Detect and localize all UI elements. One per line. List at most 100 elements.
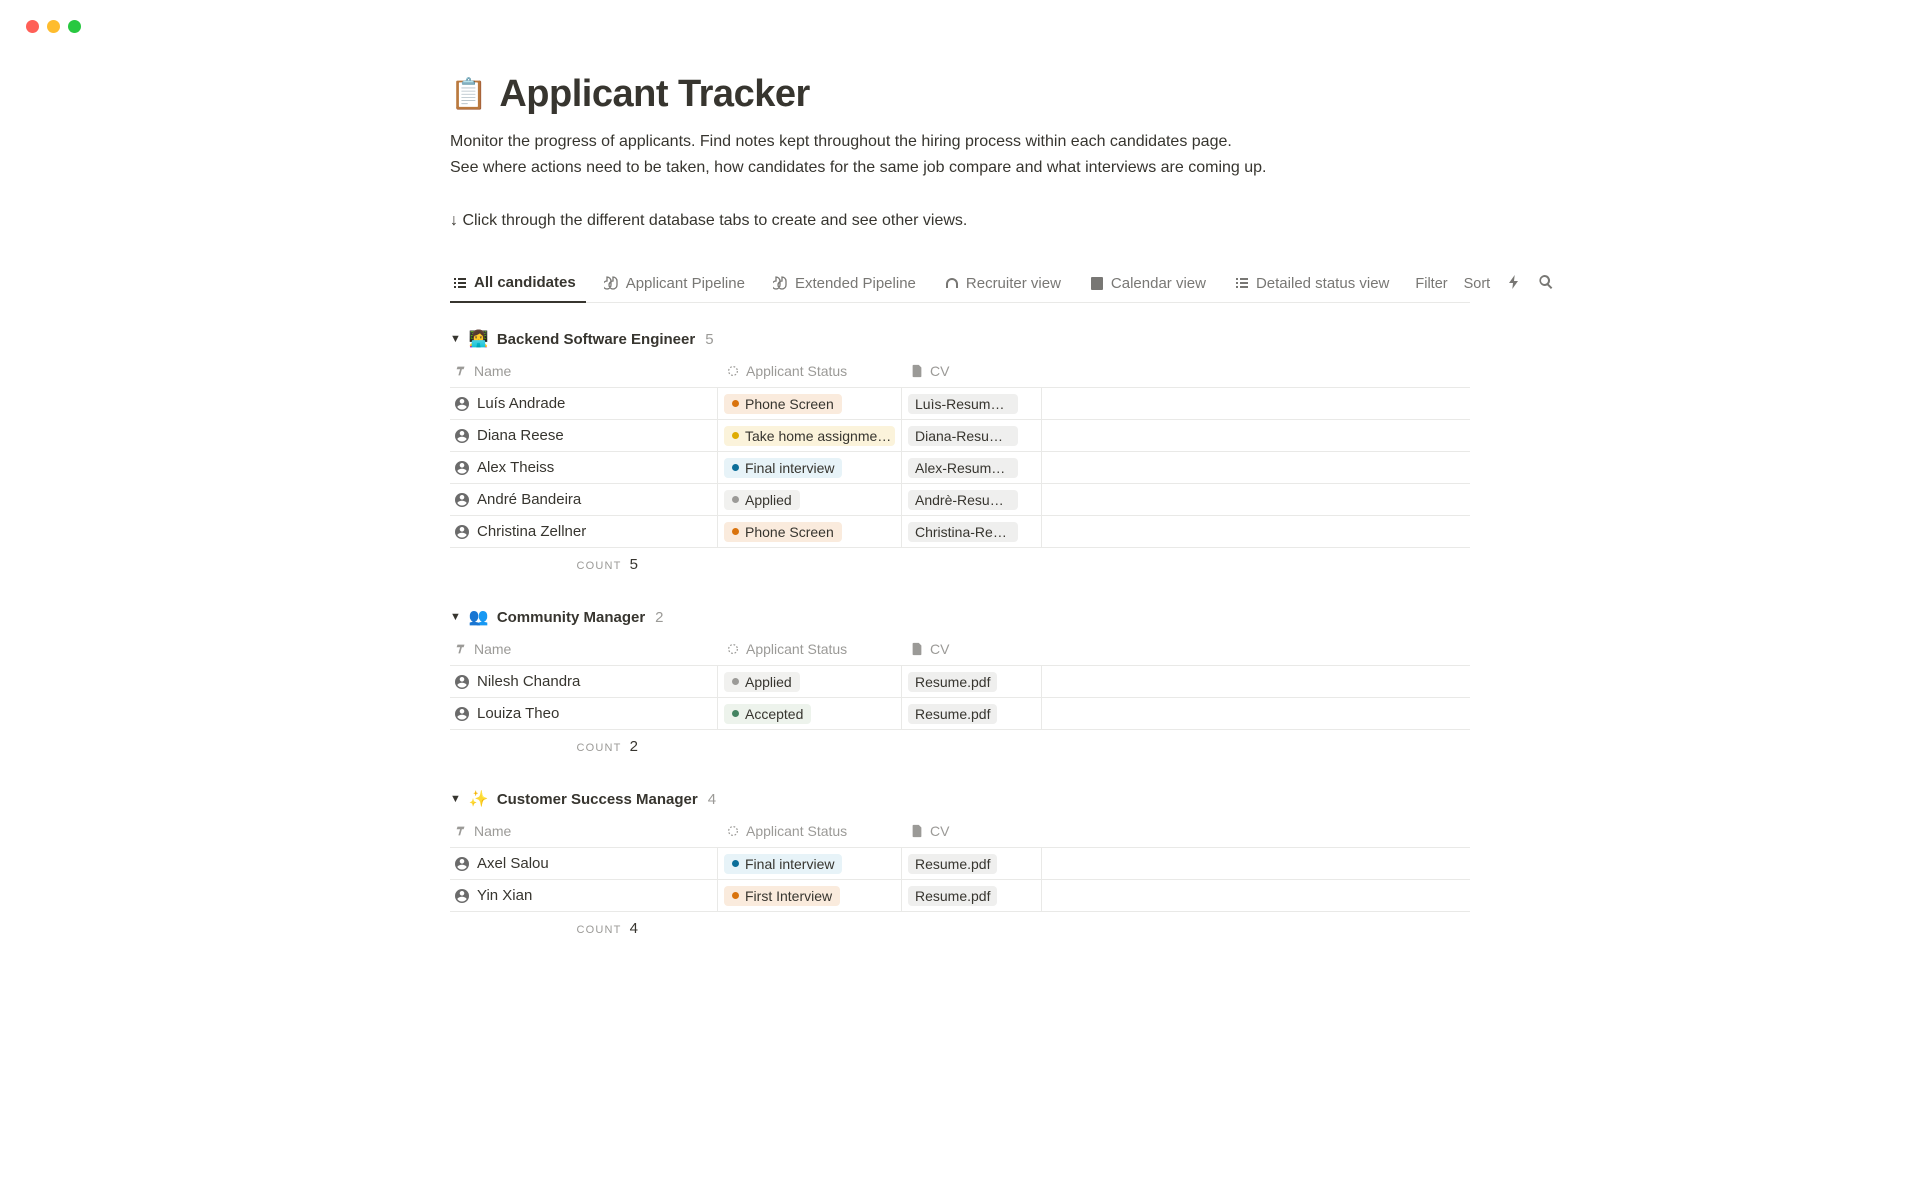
cv-chip[interactable]: Resume.pdf: [908, 854, 997, 874]
status-pill[interactable]: Applied: [724, 490, 800, 510]
column-header-status: Applicant Status: [746, 823, 847, 839]
cv-chip[interactable]: Christina-Resu…: [908, 522, 1018, 542]
columns-header: Name Applicant Status CV: [450, 815, 1470, 848]
tab-calendar-view[interactable]: Calendar view: [1087, 266, 1216, 302]
status-label: Phone Screen: [745, 524, 834, 540]
table-row[interactable]: Yin Xian First Interview Resume.pdf: [450, 880, 1470, 912]
applicant-name: Christina Zellner: [477, 523, 586, 540]
file-property-icon: [910, 364, 924, 378]
status-dot-icon: [732, 528, 739, 535]
table-row[interactable]: André Bandeira Applied Andrè-Resume…: [450, 484, 1470, 516]
status-dot-icon: [732, 710, 739, 717]
group-header[interactable]: ▼ ✨ Customer Success Manager 4: [450, 783, 1470, 815]
column-header-status: Applicant Status: [746, 641, 847, 657]
view-icon: [1089, 275, 1105, 291]
group-emoji-icon: 👥: [469, 607, 489, 627]
table-row[interactable]: Nilesh Chandra Applied Resume.pdf: [450, 666, 1470, 698]
applicant-name: Nilesh Chandra: [477, 673, 580, 690]
status-pill[interactable]: Phone Screen: [724, 522, 842, 542]
status-property-icon: [726, 642, 740, 656]
status-dot-icon: [732, 464, 739, 471]
cv-chip[interactable]: Resume.pdf: [908, 886, 997, 906]
table-row[interactable]: Diana Reese Take home assignme… Diana-Re…: [450, 420, 1470, 452]
column-header-cv: CV: [930, 823, 949, 839]
status-pill[interactable]: First Interview: [724, 886, 840, 906]
minimize-window-icon[interactable]: [47, 20, 60, 33]
table-row[interactable]: Axel Salou Final interview Resume.pdf: [450, 848, 1470, 880]
status-pill[interactable]: Final interview: [724, 854, 842, 874]
person-icon: [454, 706, 470, 722]
table-row[interactable]: Louiza Theo Accepted Resume.pdf: [450, 698, 1470, 730]
file-property-icon: [910, 642, 924, 656]
status-pill[interactable]: Final interview: [724, 458, 842, 478]
group: ▼ 👩‍💻 Backend Software Engineer 5 Name A…: [450, 323, 1470, 581]
tab-detailed-status-view[interactable]: Detailed status view: [1232, 266, 1399, 302]
status-label: Take home assignme…: [745, 428, 891, 444]
bolt-icon[interactable]: [1506, 274, 1522, 294]
cv-chip[interactable]: Resume.pdf: [908, 704, 997, 724]
window-traffic-lights: [0, 0, 1920, 33]
tab-recruiter-view[interactable]: Recruiter view: [942, 266, 1071, 302]
status-label: First Interview: [745, 888, 832, 904]
cv-chip[interactable]: Andrè-Resume…: [908, 490, 1018, 510]
group-header[interactable]: ▼ 👥 Community Manager 2: [450, 601, 1470, 633]
table-row[interactable]: Luís Andrade Phone Screen Luìs-Resume.p…: [450, 388, 1470, 420]
view-icon: [604, 275, 620, 291]
columns-header: Name Applicant Status CV: [450, 355, 1470, 388]
table-row[interactable]: Christina Zellner Phone Screen Christina…: [450, 516, 1470, 548]
count-label-text: COUNT: [576, 560, 621, 572]
cv-chip[interactable]: Resume.pdf: [908, 672, 997, 692]
group-emoji-icon: ✨: [469, 789, 489, 809]
group-name: Backend Software Engineer: [497, 331, 695, 348]
view-icon: [944, 275, 960, 291]
cv-chip[interactable]: Diana-Resume…: [908, 426, 1018, 446]
applicant-name: Alex Theiss: [477, 459, 554, 476]
tab-applicant-pipeline[interactable]: Applicant Pipeline: [602, 266, 755, 302]
tab-label: All candidates: [474, 274, 576, 291]
table-row[interactable]: Alex Theiss Final interview Alex-Resume.…: [450, 452, 1470, 484]
group: ▼ ✨ Customer Success Manager 4 Name Appl…: [450, 783, 1470, 945]
group-name: Customer Success Manager: [497, 791, 698, 808]
close-window-icon[interactable]: [26, 20, 39, 33]
person-icon: [454, 674, 470, 690]
count-value: 5: [630, 556, 638, 573]
status-dot-icon: [732, 432, 739, 439]
applicant-name: Axel Salou: [477, 855, 549, 872]
view-icon: [1234, 275, 1250, 291]
person-icon: [454, 428, 470, 444]
group-header[interactable]: ▼ 👩‍💻 Backend Software Engineer 5: [450, 323, 1470, 355]
views-hint: ↓ Click through the different database t…: [450, 212, 1470, 230]
tab-all-candidates[interactable]: All candidates: [450, 266, 586, 303]
columns-header: Name Applicant Status CV: [450, 633, 1470, 666]
tab-label: Extended Pipeline: [795, 275, 916, 292]
applicant-name: Yin Xian: [477, 887, 532, 904]
page-description-line2: See where actions need to be taken, how …: [450, 156, 1470, 180]
tab-label: Recruiter view: [966, 275, 1061, 292]
page-description-line1: Monitor the progress of applicants. Find…: [450, 130, 1470, 154]
status-pill[interactable]: Applied: [724, 672, 800, 692]
person-icon: [454, 396, 470, 412]
tab-extended-pipeline[interactable]: Extended Pipeline: [771, 266, 926, 302]
status-dot-icon: [732, 678, 739, 685]
status-pill[interactable]: Accepted: [724, 704, 811, 724]
toggle-triangle-icon[interactable]: ▼: [450, 793, 461, 805]
status-property-icon: [726, 364, 740, 378]
cv-chip[interactable]: Alex-Resume.…: [908, 458, 1018, 478]
filter-button[interactable]: Filter: [1415, 276, 1447, 292]
search-icon[interactable]: [1538, 274, 1554, 294]
group-footer: COUNT 2: [450, 730, 1470, 763]
status-pill[interactable]: Take home assignme…: [724, 426, 895, 446]
text-property-icon: [454, 364, 468, 378]
sort-button[interactable]: Sort: [1464, 276, 1491, 292]
toggle-triangle-icon[interactable]: ▼: [450, 611, 461, 623]
toggle-triangle-icon[interactable]: ▼: [450, 333, 461, 345]
status-label: Applied: [745, 674, 792, 690]
person-icon: [454, 856, 470, 872]
tab-label: Applicant Pipeline: [626, 275, 745, 292]
group-footer: COUNT 4: [450, 912, 1470, 945]
text-property-icon: [454, 824, 468, 838]
maximize-window-icon[interactable]: [68, 20, 81, 33]
status-pill[interactable]: Phone Screen: [724, 394, 842, 414]
cv-chip[interactable]: Luìs-Resume.p…: [908, 394, 1018, 414]
count-value: 2: [630, 738, 638, 755]
